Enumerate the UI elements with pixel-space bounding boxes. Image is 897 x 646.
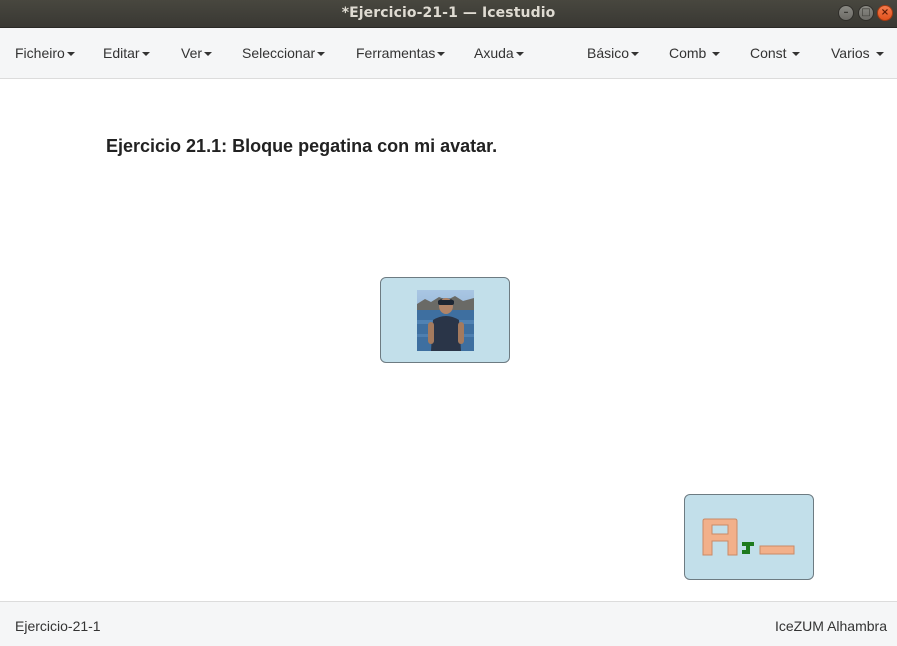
caret-down-icon bbox=[515, 52, 524, 57]
info-heading[interactable]: Ejercicio 21.1: Bloque pegatina con mi a… bbox=[106, 136, 497, 157]
caret-down-icon bbox=[792, 52, 801, 57]
heading-bold: Ejercicio 21.1 bbox=[106, 136, 222, 156]
avatar-image bbox=[417, 290, 474, 351]
menu-axuda[interactable]: Axuda bbox=[474, 45, 524, 61]
menu-label: Seleccionar bbox=[242, 45, 316, 61]
menu-editar[interactable]: Editar bbox=[103, 45, 150, 61]
caret-down-icon bbox=[317, 52, 326, 57]
window-title: *Ejercicio-21-1 — Icestudio bbox=[341, 5, 556, 21]
menu-const[interactable]: Const bbox=[750, 45, 801, 61]
board-name[interactable]: IceZUM Alhambra bbox=[775, 618, 887, 634]
menu-label: Varios bbox=[831, 45, 870, 61]
maximize-icon[interactable]: □ bbox=[858, 5, 874, 21]
menu-ver[interactable]: Ver bbox=[181, 45, 213, 61]
close-icon[interactable]: × bbox=[877, 5, 893, 21]
caret-down-icon bbox=[141, 52, 150, 57]
menu-ficheiro[interactable]: Ficheiro bbox=[15, 45, 75, 61]
statusbar: Ejercicio-21-1 IceZUM Alhambra bbox=[0, 601, 897, 646]
menu-label: Básico bbox=[587, 45, 630, 61]
menu-label: Comb bbox=[669, 45, 707, 61]
menu-varios[interactable]: Varios bbox=[831, 45, 884, 61]
menu-label: Ver bbox=[181, 45, 203, 61]
menu-basico[interactable]: Básico bbox=[587, 45, 640, 61]
menu-comb[interactable]: Comb bbox=[669, 45, 721, 61]
caret-down-icon bbox=[66, 52, 75, 57]
caret-down-icon bbox=[204, 52, 213, 57]
project-name: Ejercicio-21-1 bbox=[15, 618, 101, 634]
heading-rest: : Bloque pegatina con mi avatar. bbox=[221, 136, 498, 156]
window-titlebar: *Ejercicio-21-1 — Icestudio – □ × bbox=[0, 0, 897, 28]
minimize-icon[interactable]: – bbox=[838, 5, 854, 21]
aj-logo-icon bbox=[702, 518, 795, 556]
design-canvas[interactable]: Ejercicio 21.1: Bloque pegatina con mi a… bbox=[0, 79, 897, 601]
menubar: Ficheiro Editar Ver Seleccionar Ferramen… bbox=[0, 28, 897, 79]
caret-down-icon bbox=[437, 52, 446, 57]
menu-label: Axuda bbox=[474, 45, 514, 61]
menu-label: Ferramentas bbox=[356, 45, 436, 61]
caret-down-icon bbox=[712, 52, 721, 57]
caret-down-icon bbox=[875, 52, 884, 57]
menu-ferramentas[interactable]: Ferramentas bbox=[356, 45, 446, 61]
avatar-image-block[interactable] bbox=[380, 277, 510, 363]
menu-label: Ficheiro bbox=[15, 45, 65, 61]
menu-label: Const bbox=[750, 45, 787, 61]
menu-seleccionar[interactable]: Seleccionar bbox=[242, 45, 326, 61]
logo-block[interactable] bbox=[684, 494, 814, 580]
menu-label: Editar bbox=[103, 45, 140, 61]
caret-down-icon bbox=[631, 52, 640, 57]
